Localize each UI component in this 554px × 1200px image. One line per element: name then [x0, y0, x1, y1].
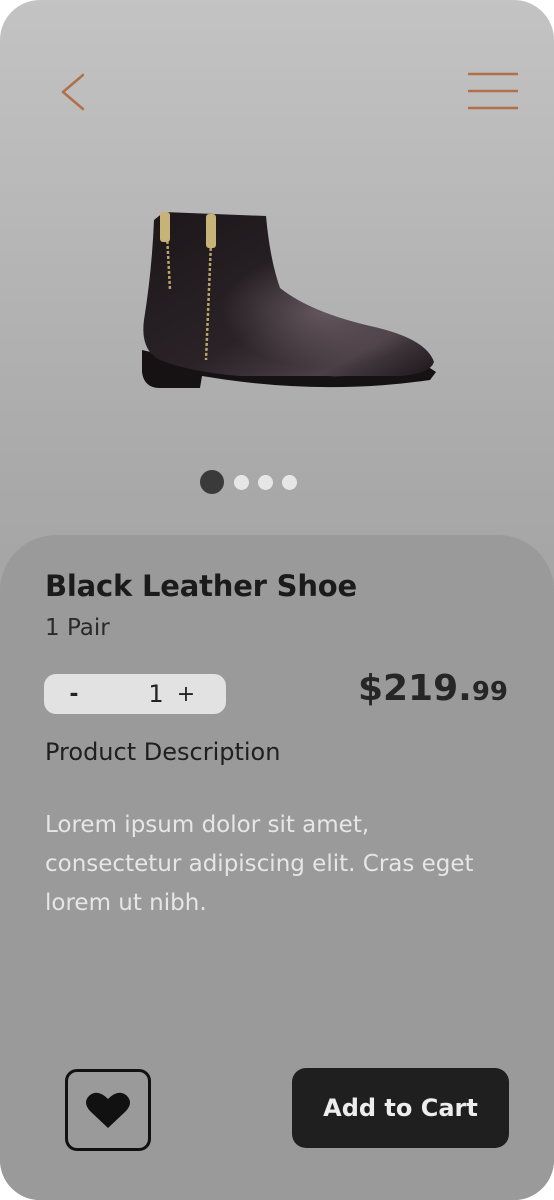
product-detail-screen: Black Leather Shoe 1 Pair - 1 + $219.99 … — [0, 0, 554, 1200]
carousel-dot[interactable] — [258, 474, 273, 490]
back-button[interactable] — [50, 70, 94, 114]
description-text: Lorem ipsum dolor sit amet, consectetur … — [45, 812, 474, 916]
increase-quantity-button[interactable]: + — [166, 674, 206, 714]
favorite-button[interactable] — [65, 1069, 151, 1151]
price-main: $219. — [357, 668, 472, 709]
product-unit: 1 Pair — [45, 615, 110, 641]
product-title: Black Leather Shoe — [45, 569, 358, 603]
hamburger-menu-icon — [468, 72, 518, 110]
carousel-dot[interactable] — [282, 474, 297, 490]
menu-button[interactable] — [462, 66, 524, 116]
carousel-dot[interactable] — [200, 470, 224, 494]
quantity-stepper: - 1 + — [44, 674, 226, 714]
add-to-cart-button[interactable]: Add to Cart — [292, 1068, 509, 1148]
product-image — [142, 212, 436, 388]
decrease-quantity-button[interactable]: - — [54, 674, 94, 714]
carousel-dot[interactable] — [234, 474, 249, 490]
product-price: $219.99 — [358, 668, 508, 709]
image-carousel-indicator — [200, 470, 306, 494]
chevron-left-icon — [61, 73, 85, 111]
heart-icon — [86, 1092, 130, 1128]
description-heading: Product Description — [45, 738, 281, 766]
price-cents: 99 — [471, 677, 508, 707]
